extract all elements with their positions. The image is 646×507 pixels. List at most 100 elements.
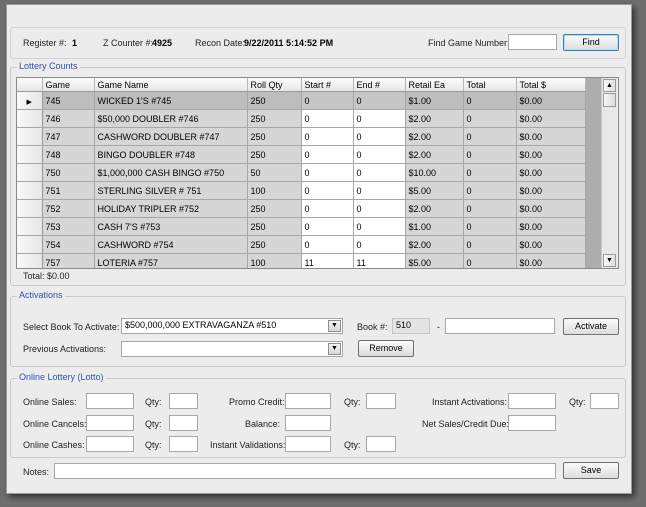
end-cell[interactable]: 0 bbox=[353, 109, 406, 128]
find-game-label: Find Game Number: bbox=[428, 38, 510, 48]
start-cell[interactable]: 0 bbox=[301, 181, 354, 200]
total-dollars-cell: $0.00 bbox=[516, 145, 586, 164]
end-cell[interactable]: 0 bbox=[353, 199, 406, 218]
start-cell[interactable]: 0 bbox=[301, 145, 354, 164]
column-header[interactable]: Roll Qty bbox=[247, 78, 302, 92]
online-sales-input[interactable] bbox=[86, 393, 134, 409]
start-cell[interactable]: 0 bbox=[301, 199, 354, 218]
notes-input[interactable] bbox=[54, 463, 556, 479]
online-sales-qty-input[interactable] bbox=[169, 393, 198, 409]
end-cell[interactable]: 0 bbox=[353, 217, 406, 236]
column-header[interactable]: Game bbox=[42, 78, 95, 92]
instant-validations-qty-input[interactable] bbox=[366, 436, 396, 452]
grid-vertical-scrollbar[interactable]: ▲ ▼ bbox=[601, 78, 618, 268]
column-header[interactable]: Game Name bbox=[94, 78, 248, 92]
roll-qty-cell: 250 bbox=[247, 199, 302, 218]
total-cell: 0 bbox=[463, 91, 517, 110]
scrollbar-thumb[interactable] bbox=[603, 93, 616, 107]
find-game-input[interactable] bbox=[508, 34, 557, 50]
table-row[interactable]: 752 HOLIDAY TRIPLER #752 250 0 0 $2.00 0… bbox=[17, 199, 586, 218]
table-row[interactable]: 751 STERLING SILVER # 751 100 0 0 $5.00 … bbox=[17, 181, 586, 200]
table-row[interactable]: 753 CASH 7'S #753 250 0 0 $1.00 0 $0.00 bbox=[17, 217, 586, 236]
game-cell: 746 bbox=[42, 109, 95, 128]
total-cell: 0 bbox=[463, 253, 517, 268]
end-cell[interactable]: 0 bbox=[353, 181, 406, 200]
roll-qty-cell: 250 bbox=[247, 109, 302, 128]
row-header[interactable] bbox=[17, 253, 43, 268]
column-header[interactable]: Total $ bbox=[516, 78, 586, 92]
instant-activations-input[interactable] bbox=[508, 393, 556, 409]
row-header-selected[interactable]: ▶ bbox=[17, 91, 43, 110]
activate-button[interactable]: Activate bbox=[563, 318, 619, 335]
table-row[interactable]: 748 BINGO DOUBLER #748 250 0 0 $2.00 0 $… bbox=[17, 145, 586, 164]
total-cell: 0 bbox=[463, 109, 517, 128]
start-cell[interactable]: 0 bbox=[301, 235, 354, 254]
start-cell[interactable]: 0 bbox=[301, 109, 354, 128]
row-header[interactable] bbox=[17, 235, 43, 254]
online-cashes-qty-input[interactable] bbox=[169, 436, 198, 452]
online-sales-qty-label: Qty: bbox=[145, 397, 162, 407]
remove-button[interactable]: Remove bbox=[358, 340, 414, 357]
row-header[interactable] bbox=[17, 181, 43, 200]
end-cell[interactable]: 0 bbox=[353, 235, 406, 254]
end-cell[interactable]: 0 bbox=[353, 163, 406, 182]
retail-cell: $2.00 bbox=[405, 199, 464, 218]
table-row[interactable]: ▶ 745 WICKED 1'S #745 250 0 0 $1.00 0 $0… bbox=[17, 91, 586, 110]
total-cell: 0 bbox=[463, 127, 517, 146]
online-cancels-qty-input[interactable] bbox=[169, 415, 198, 431]
game-cell: 751 bbox=[42, 181, 95, 200]
end-cell[interactable]: 0 bbox=[353, 145, 406, 164]
lottery-recon-window: Register #: 1 Z Counter #: 4925 Recon Da… bbox=[6, 4, 632, 494]
net-sales-input[interactable] bbox=[508, 415, 556, 431]
start-cell[interactable]: 0 bbox=[301, 163, 354, 182]
start-cell[interactable]: 0 bbox=[301, 91, 354, 110]
promo-qty-input[interactable] bbox=[366, 393, 396, 409]
promo-credit-input[interactable] bbox=[285, 393, 331, 409]
book-ticket-input[interactable] bbox=[445, 318, 555, 334]
table-row[interactable]: 747 CASHWORD DOUBLER #747 250 0 0 $2.00 … bbox=[17, 127, 586, 146]
start-cell[interactable]: 11 bbox=[301, 253, 354, 268]
online-cashes-input[interactable] bbox=[86, 436, 134, 452]
column-header[interactable]: Start # bbox=[301, 78, 354, 92]
previous-activations-combo[interactable]: ▼ bbox=[121, 341, 343, 357]
previous-activations-label: Previous Activations: bbox=[23, 344, 107, 354]
table-row[interactable]: 746 $50,000 DOUBLER #746 250 0 0 $2.00 0… bbox=[17, 109, 586, 128]
end-cell[interactable]: 0 bbox=[353, 127, 406, 146]
column-header[interactable]: End # bbox=[353, 78, 406, 92]
scroll-down-arrow-icon[interactable]: ▼ bbox=[603, 254, 616, 267]
instant-activations-qty-input[interactable] bbox=[590, 393, 619, 409]
online-cancels-input[interactable] bbox=[86, 415, 134, 431]
total-cell: 0 bbox=[463, 217, 517, 236]
instant-validations-input[interactable] bbox=[285, 436, 331, 452]
start-cell[interactable]: 0 bbox=[301, 127, 354, 146]
scroll-up-arrow-icon[interactable]: ▲ bbox=[603, 79, 616, 92]
total-dollars-cell: $0.00 bbox=[516, 163, 586, 182]
row-header[interactable] bbox=[17, 145, 43, 164]
select-book-value: $500,000,000 EXTRAVAGANZA #510 bbox=[125, 320, 277, 330]
table-row[interactable]: 757 LOTERIA #757 100 11 11 $5.00 0 $0.00 bbox=[17, 253, 586, 268]
row-header[interactable] bbox=[17, 199, 43, 218]
row-header[interactable] bbox=[17, 127, 43, 146]
table-row[interactable]: 754 CASHWORD #754 250 0 0 $2.00 0 $0.00 bbox=[17, 235, 586, 254]
row-header[interactable] bbox=[17, 163, 43, 182]
roll-qty-cell: 50 bbox=[247, 163, 302, 182]
balance-input[interactable] bbox=[285, 415, 331, 431]
start-cell[interactable]: 0 bbox=[301, 217, 354, 236]
select-book-combo[interactable]: $500,000,000 EXTRAVAGANZA #510 ▼ bbox=[121, 318, 343, 334]
row-header[interactable] bbox=[17, 217, 43, 236]
game-name-cell: LOTERIA #757 bbox=[94, 253, 248, 268]
save-button[interactable]: Save bbox=[563, 462, 619, 479]
total-cell: 0 bbox=[463, 163, 517, 182]
end-cell[interactable]: 11 bbox=[353, 253, 406, 268]
lottery-counts-table: Game Game Name Roll Qty Start # End # Re… bbox=[17, 78, 586, 268]
lottery-counts-grid[interactable]: Game Game Name Roll Qty Start # End # Re… bbox=[16, 77, 619, 269]
current-row-arrow-icon: ▶ bbox=[26, 98, 32, 106]
chevron-down-icon[interactable]: ▼ bbox=[328, 343, 341, 355]
row-header[interactable] bbox=[17, 109, 43, 128]
find-button[interactable]: Find bbox=[563, 34, 619, 51]
chevron-down-icon[interactable]: ▼ bbox=[328, 320, 341, 332]
column-header[interactable]: Total bbox=[463, 78, 517, 92]
table-row[interactable]: 750 $1,000,000 CASH BINGO #750 50 0 0 $1… bbox=[17, 163, 586, 182]
end-cell[interactable]: 0 bbox=[353, 91, 406, 110]
column-header[interactable]: Retail Ea bbox=[405, 78, 464, 92]
